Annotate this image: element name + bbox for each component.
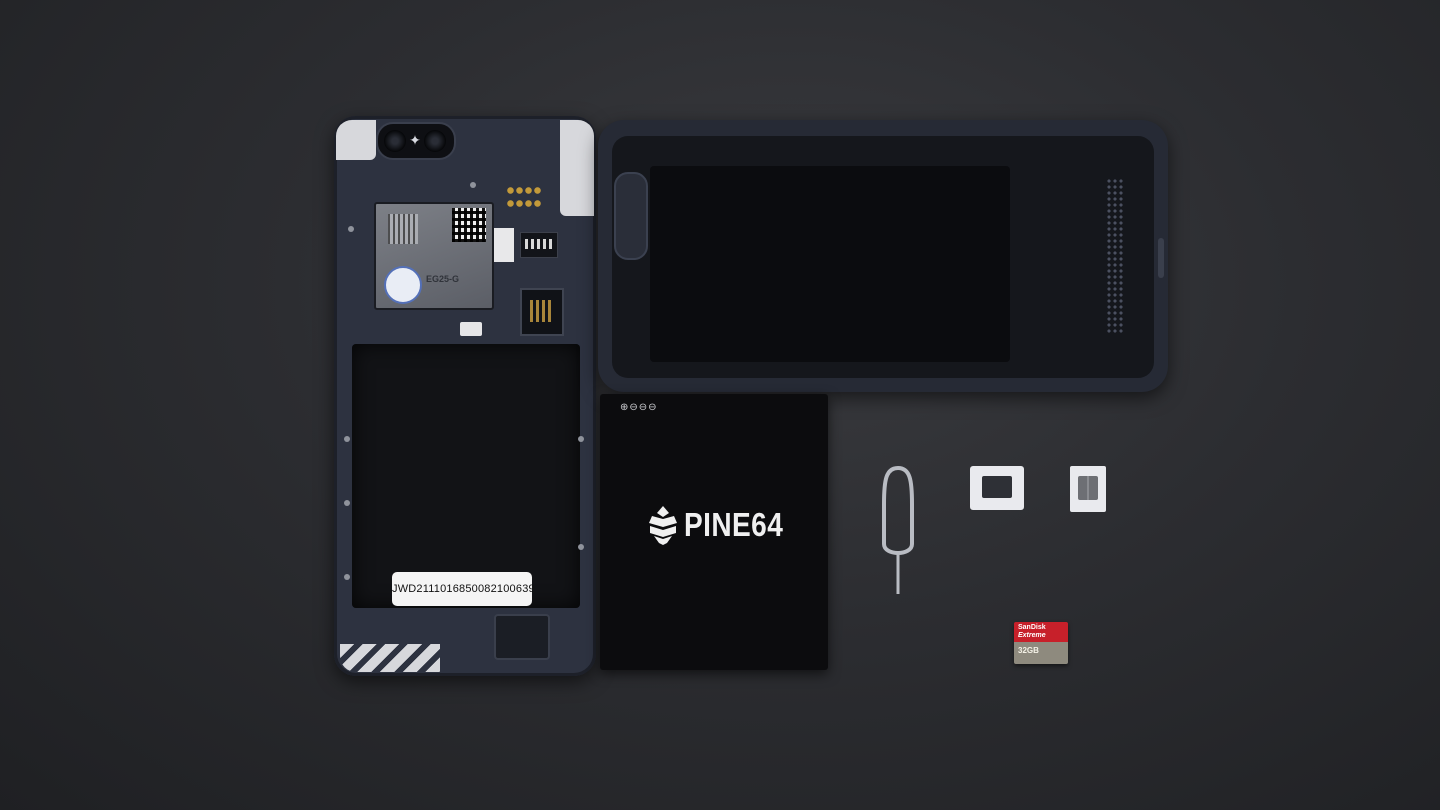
modem-qr-code: [388, 214, 418, 244]
screw: [578, 544, 584, 550]
modem-module: EG25-G: [374, 202, 494, 310]
screw: [344, 500, 350, 506]
phone-corner-tab-bottom-left: [340, 644, 440, 672]
pine-cone-icon: [649, 506, 677, 545]
camera-cutout: [614, 172, 648, 260]
microsd-line: Extreme: [1018, 632, 1046, 639]
back-cover-pad: [650, 166, 1010, 362]
camera-module: ✦: [376, 122, 456, 160]
sim-sd-slot: [520, 288, 564, 336]
battery-contact-marks: ⊕⊖⊖⊖: [620, 402, 658, 413]
phone-corner-tab-top-right: [560, 120, 594, 216]
camera-lens: [384, 130, 406, 152]
screw: [470, 182, 476, 188]
microsd-brand: SanDisk: [1018, 624, 1046, 631]
side-key: [1158, 238, 1164, 278]
battery-bay: [352, 344, 580, 608]
sim-eject-tool: [882, 465, 914, 594]
screw: [578, 436, 584, 442]
bottom-module: [494, 614, 550, 660]
pogo-pin-contacts: [506, 184, 542, 210]
small-label: [494, 228, 514, 262]
modem-label: EG25-G: [426, 274, 460, 284]
nano-sim-card: [1070, 466, 1106, 512]
round-sticker: [384, 266, 422, 304]
microsd-card: SanDisk Extreme 32GB: [1014, 622, 1068, 664]
screw: [344, 574, 350, 580]
dip-switches: [520, 232, 558, 258]
qr-code-sticker: [452, 208, 486, 242]
pine-cone-icon: ✦: [409, 132, 421, 148]
screw: [348, 226, 354, 232]
flash-lens: [424, 130, 446, 152]
phone-corner-tab-top-left: [336, 120, 376, 160]
nano-sim-adapter: [970, 466, 1024, 510]
battery: ⊕⊖⊖⊖ PINE64: [600, 394, 828, 670]
serial-sticker: JWD2111016850082100639: [392, 572, 535, 606]
battery-brand: PINE64: [684, 506, 784, 543]
microsd-capacity: 32GB: [1018, 646, 1039, 655]
speaker-grill: [1106, 178, 1124, 334]
tiny-label: [460, 322, 482, 336]
screw: [344, 436, 350, 442]
